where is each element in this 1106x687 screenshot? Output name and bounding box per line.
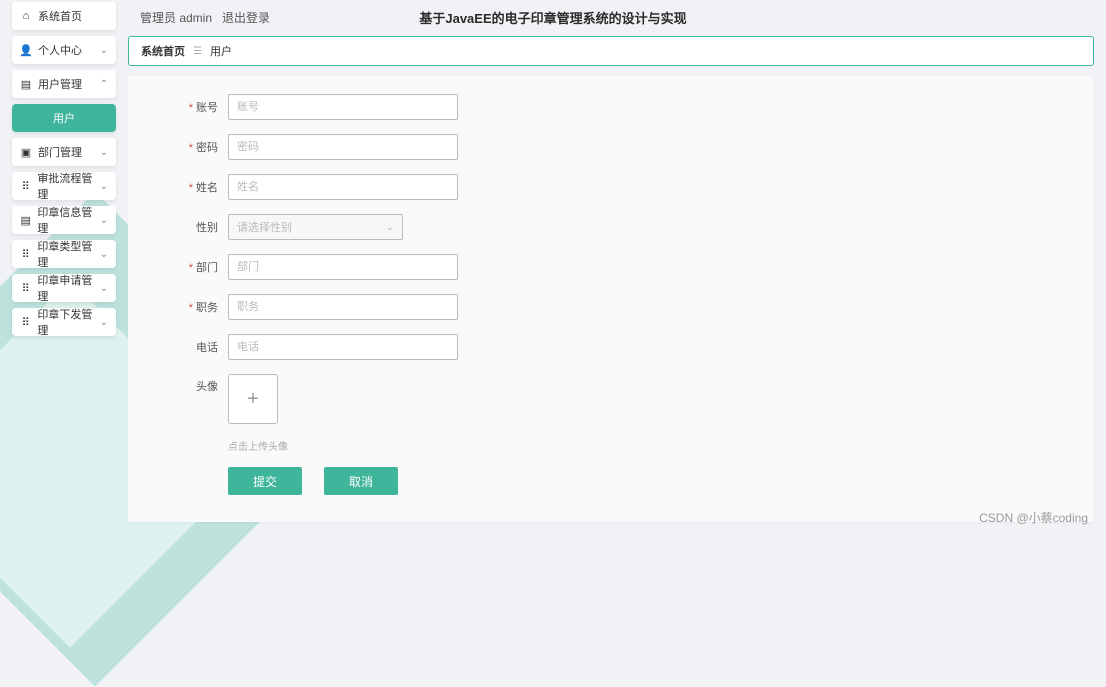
avatar-upload[interactable]: + xyxy=(228,374,278,424)
phone-input[interactable] xyxy=(228,334,458,360)
select-placeholder: 请选择性别 xyxy=(237,219,292,235)
chevron-up-icon: ⌃ xyxy=(100,79,108,90)
dept-input[interactable] xyxy=(228,254,458,280)
sidebar-item-label: 审批流程管理 xyxy=(37,170,99,202)
chevron-down-icon: ⌄ xyxy=(100,249,108,260)
type-icon: ⠿ xyxy=(20,248,31,261)
sidebar-item-user[interactable]: 用户 xyxy=(12,104,116,132)
field-label: 性别 xyxy=(168,219,218,235)
chevron-down-icon: ⌄ xyxy=(100,317,108,328)
field-row-gender: 性别 请选择性别 ⌄ xyxy=(168,214,1054,240)
cancel-button[interactable]: 取消 xyxy=(324,467,398,495)
send-icon: ⠿ xyxy=(20,316,31,329)
sidebar-item-label: 部门管理 xyxy=(38,144,82,160)
page-title: 基于JavaEE的电子印章管理系统的设计与实现 xyxy=(419,8,686,27)
field-label: *姓名 xyxy=(168,179,218,195)
auth-area: 管理员 admin 退出登录 xyxy=(140,9,270,26)
gender-select[interactable]: 请选择性别 ⌄ xyxy=(228,214,403,240)
chevron-down-icon: ⌄ xyxy=(100,215,108,226)
position-input[interactable] xyxy=(228,294,458,320)
password-input[interactable] xyxy=(228,134,458,160)
sidebar-item-user-mgmt[interactable]: ▤ 用户管理 ⌃ xyxy=(12,70,116,98)
sidebar-item-label: 系统首页 xyxy=(38,8,82,24)
chevron-down-icon: ⌄ xyxy=(100,147,108,158)
field-row-dept: *部门 xyxy=(168,254,1054,280)
logout-link[interactable]: 退出登录 xyxy=(222,9,270,26)
chevron-down-icon: ⌄ xyxy=(386,222,394,233)
field-row-position: *职务 xyxy=(168,294,1054,320)
button-row: 提交 取消 xyxy=(228,467,1054,495)
sidebar-item-label: 印章类型管理 xyxy=(37,238,99,270)
sidebar-item-label: 印章申请管理 xyxy=(37,272,99,304)
info-icon: ▤ xyxy=(20,214,31,227)
sidebar-item-label: 印章信息管理 xyxy=(37,204,99,236)
name-input[interactable] xyxy=(228,174,458,200)
field-row-password: *密码 xyxy=(168,134,1054,160)
sidebar-item-flow[interactable]: ⠿ 审批流程管理 ⌄ xyxy=(12,172,116,200)
account-input[interactable] xyxy=(228,94,458,120)
watermark: CSDN @小蔡coding xyxy=(979,509,1088,526)
sidebar-item-label: 个人中心 xyxy=(38,42,82,58)
sidebar-item-label: 印章下发管理 xyxy=(37,306,99,338)
upload-hint: 点击上传头像 xyxy=(228,438,1054,453)
apply-icon: ⠿ xyxy=(20,282,31,295)
field-row-name: *姓名 xyxy=(168,174,1054,200)
field-row-account: *账号 xyxy=(168,94,1054,120)
chevron-down-icon: ⌄ xyxy=(100,283,108,294)
content: 系统首页 ☰ 用户 *账号 *密码 *姓名 性别 请选择性别 ⌄ *部门 xyxy=(128,36,1094,522)
field-label: 电话 xyxy=(168,339,218,355)
users-icon: ▤ xyxy=(20,78,32,91)
sidebar-item-personal[interactable]: 👤 个人中心 ⌄ xyxy=(12,36,116,64)
sidebar-item-home[interactable]: ⌂ 系统首页 xyxy=(12,2,116,30)
sidebar-item-label: 用户管理 xyxy=(38,76,82,92)
breadcrumb-separator-icon: ☰ xyxy=(193,46,202,57)
sidebar-item-label: 用户 xyxy=(53,110,75,126)
topbar: 基于JavaEE的电子印章管理系统的设计与实现 管理员 admin 退出登录 xyxy=(0,0,1106,34)
field-label: *账号 xyxy=(168,99,218,115)
sidebar-item-dept[interactable]: ▣ 部门管理 ⌄ xyxy=(12,138,116,166)
field-label: *密码 xyxy=(168,139,218,155)
submit-button[interactable]: 提交 xyxy=(228,467,302,495)
field-label: *职务 xyxy=(168,299,218,315)
chevron-down-icon: ⌄ xyxy=(100,181,108,192)
dept-icon: ▣ xyxy=(20,146,32,159)
sidebar-item-seal-info[interactable]: ▤ 印章信息管理 ⌄ xyxy=(12,206,116,234)
breadcrumb-current: 用户 xyxy=(210,43,232,59)
field-row-avatar: 头像 + xyxy=(168,374,1054,424)
breadcrumb: 系统首页 ☰ 用户 xyxy=(128,36,1094,66)
form-panel: *账号 *密码 *姓名 性别 请选择性别 ⌄ *部门 *职务 电话 xyxy=(128,76,1094,522)
breadcrumb-home[interactable]: 系统首页 xyxy=(141,43,185,59)
role-label[interactable]: 管理员 admin xyxy=(140,9,212,26)
plus-icon: + xyxy=(247,388,259,411)
sidebar-item-seal-type[interactable]: ⠿ 印章类型管理 ⌄ xyxy=(12,240,116,268)
field-label: 头像 xyxy=(168,374,218,394)
field-label: *部门 xyxy=(168,259,218,275)
sidebar: ⌂ 系统首页 👤 个人中心 ⌄ ▤ 用户管理 ⌃ 用户 ▣ 部门管理 ⌄ ⠿ 审批流程管理… xyxy=(12,2,116,336)
sidebar-item-seal-apply[interactable]: ⠿ 印章申请管理 ⌄ xyxy=(12,274,116,302)
sidebar-item-seal-send[interactable]: ⠿ 印章下发管理 ⌄ xyxy=(12,308,116,336)
chevron-down-icon: ⌄ xyxy=(100,45,108,56)
flow-icon: ⠿ xyxy=(20,180,31,193)
field-row-phone: 电话 xyxy=(168,334,1054,360)
person-icon: 👤 xyxy=(20,44,32,57)
home-icon: ⌂ xyxy=(20,10,32,22)
